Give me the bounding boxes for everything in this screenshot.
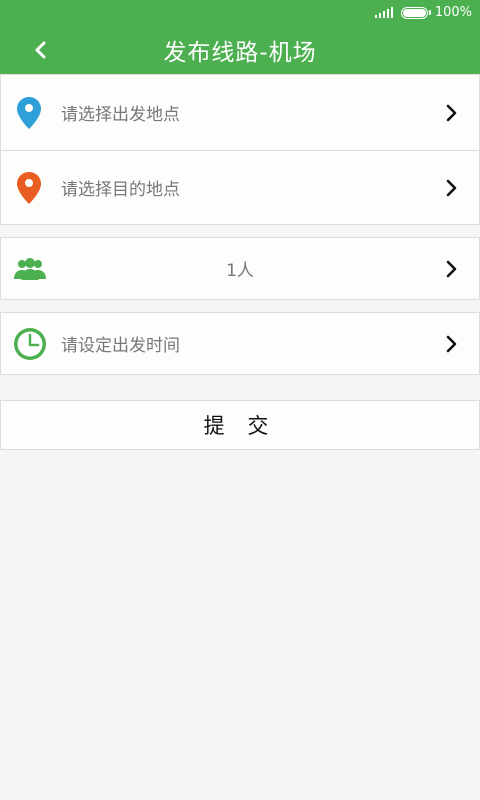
departure-placeholder: 请选择出发地点 <box>61 105 180 125</box>
departure-time-placeholder: 请设定出发时间 <box>61 336 180 356</box>
destination-location-row[interactable]: 请选择目的地点 <box>0 150 480 225</box>
chevron-right-icon <box>445 335 457 353</box>
destination-placeholder: 请选择目的地点 <box>61 180 180 200</box>
submit-button[interactable]: 提 交 <box>0 400 480 450</box>
page-title: 发布线路-机场 <box>163 40 317 66</box>
passenger-count-row[interactable]: 1人 <box>0 237 480 300</box>
chevron-right-icon <box>445 179 457 197</box>
chevron-left-icon <box>35 41 46 59</box>
chevron-right-icon <box>445 104 457 122</box>
status-bar: 100% <box>0 0 480 25</box>
location-pin-icon <box>17 96 41 129</box>
signal-icon <box>374 7 393 18</box>
battery-icon <box>400 6 431 19</box>
passenger-count-value: 1人 <box>226 261 254 281</box>
back-button[interactable] <box>24 33 58 67</box>
chevron-right-icon <box>445 260 457 278</box>
departure-time-row[interactable]: 请设定出发时间 <box>0 312 480 375</box>
clock-icon <box>13 327 47 361</box>
submit-label: 提 交 <box>203 414 277 438</box>
battery-text: 100% <box>434 5 472 20</box>
departure-location-row[interactable]: 请选择出发地点 <box>0 74 480 151</box>
location-pin-icon <box>17 171 41 204</box>
title-bar: 发布线路-机场 <box>0 25 480 75</box>
